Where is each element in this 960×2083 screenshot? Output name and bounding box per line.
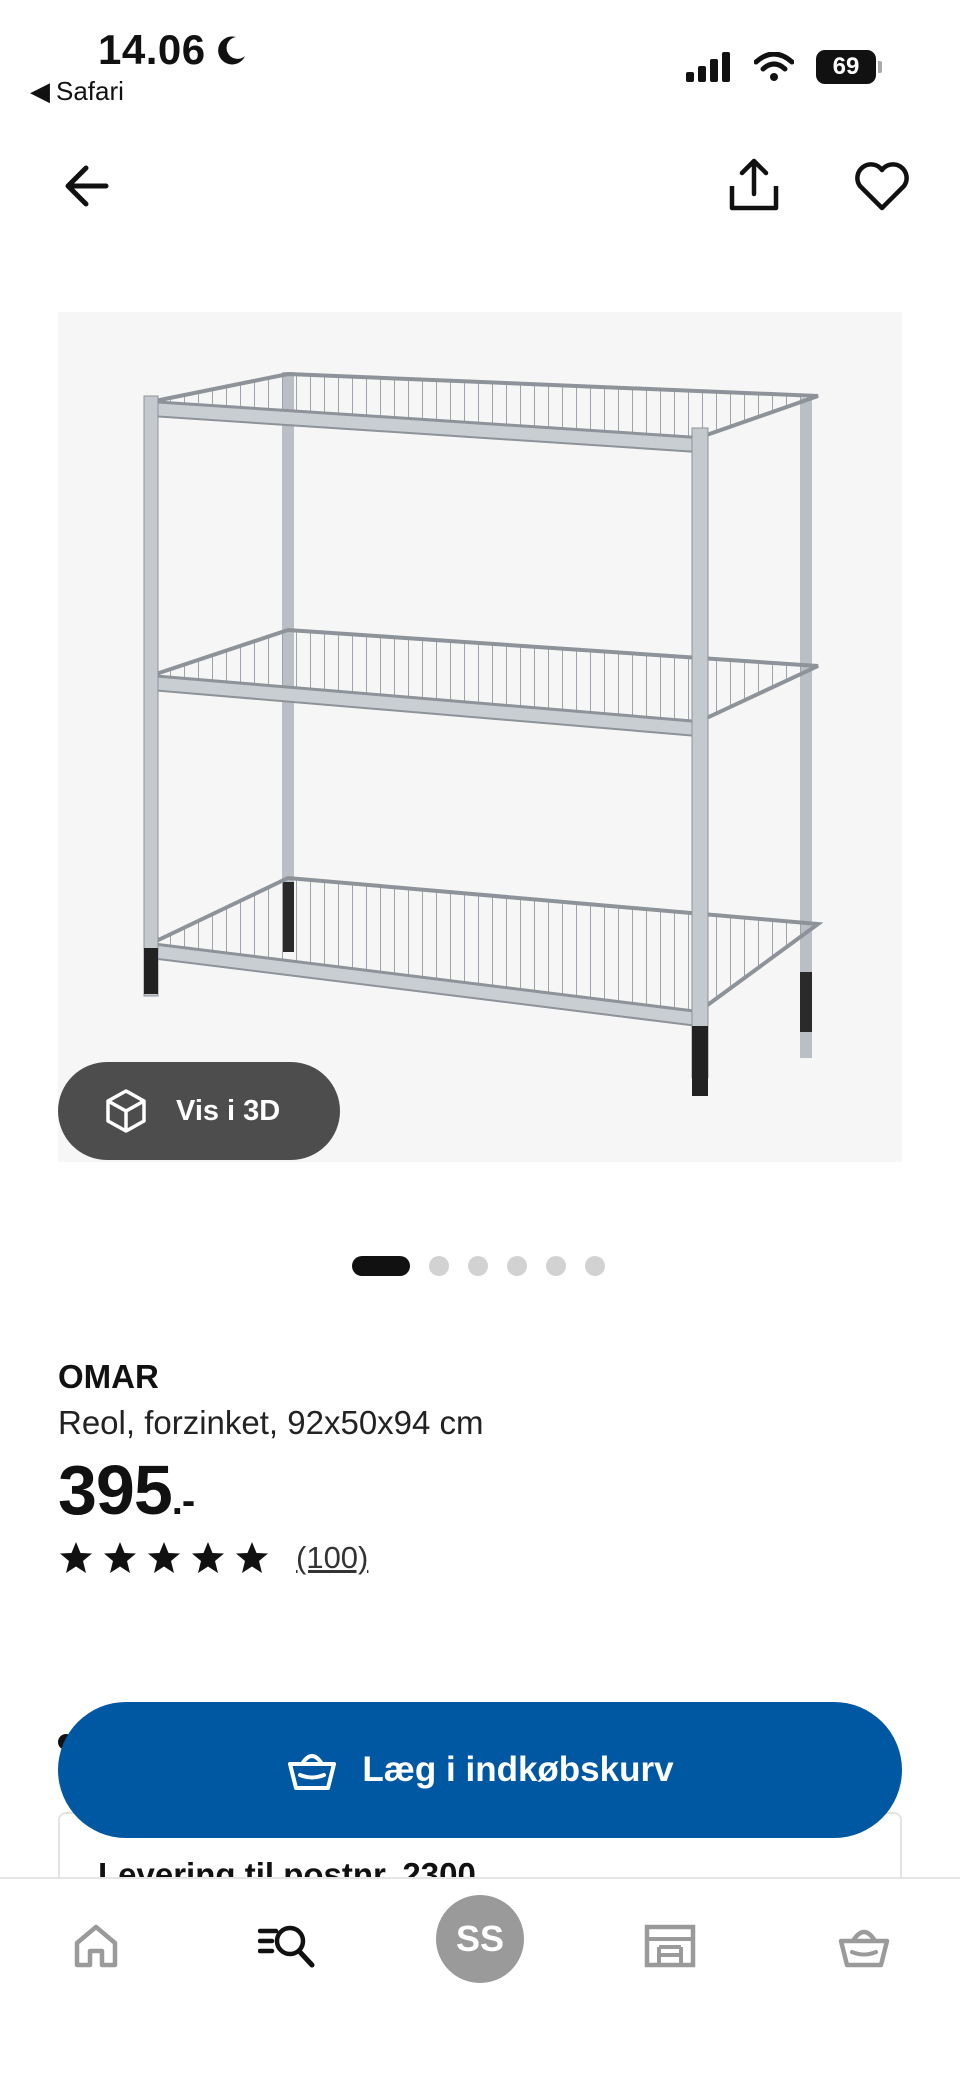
- nav-home[interactable]: [56, 1906, 136, 1986]
- carousel-dot[interactable]: [352, 1256, 410, 1276]
- image-carousel-dots[interactable]: [352, 1256, 605, 1276]
- price-value: 395: [58, 1451, 173, 1529]
- add-to-cart-label: Læg i indkøbskurv: [362, 1750, 674, 1789]
- wire-shelf-illustration: [142, 371, 824, 1096]
- share-icon: [729, 158, 779, 211]
- heart-icon: [855, 162, 909, 211]
- back-to-safari[interactable]: ◀ Safari: [30, 76, 124, 107]
- favorite-button[interactable]: [852, 156, 912, 216]
- share-button[interactable]: [724, 156, 784, 216]
- carousel-dot[interactable]: [585, 1256, 605, 1276]
- carousel-dot[interactable]: [429, 1256, 449, 1276]
- carousel-dot[interactable]: [468, 1256, 488, 1276]
- nav-cart[interactable]: [824, 1906, 904, 1986]
- status-indicators: 69: [686, 50, 882, 84]
- home-icon: [74, 1924, 118, 1968]
- status-time: 14.06: [98, 26, 206, 73]
- carousel-dot[interactable]: [507, 1256, 527, 1276]
- shelf-top: [149, 371, 819, 454]
- signal-icon: [686, 52, 730, 82]
- battery-indicator: 69: [816, 50, 882, 84]
- arrow-left-icon: [65, 165, 109, 207]
- carousel-dot[interactable]: [546, 1256, 566, 1276]
- add-to-cart-button[interactable]: Læg i indkøbskurv: [58, 1702, 902, 1838]
- shelf-bottom: [142, 875, 824, 1028]
- product-description: Reol, forzinket, 92x50x94 cm: [58, 1404, 484, 1441]
- avatar-initials: SS: [455, 1918, 505, 1959]
- moon-icon: [218, 36, 245, 65]
- store-icon: [644, 1924, 696, 1968]
- cube-icon: [106, 1089, 146, 1133]
- profile-avatar[interactable]: SS: [436, 1895, 524, 1983]
- search-icon: [258, 1925, 315, 1968]
- nav-search[interactable]: [248, 1906, 328, 1986]
- cart-icon: [838, 1929, 890, 1968]
- product-name: OMAR: [58, 1358, 159, 1395]
- view-3d-button[interactable]: Vis i 3D: [58, 1062, 340, 1160]
- rating[interactable]: (100): [58, 1540, 368, 1576]
- back-triangle-icon: ◀: [30, 76, 50, 106]
- star-icon: [60, 1542, 92, 1573]
- product-image[interactable]: [58, 312, 902, 1162]
- price-suffix: .-: [171, 1479, 195, 1523]
- back-button[interactable]: [60, 156, 120, 216]
- star-icon: [236, 1542, 268, 1573]
- star-icon: [104, 1542, 136, 1573]
- wifi-icon: [754, 52, 794, 81]
- star-icon: [148, 1542, 180, 1573]
- view-3d-label: Vis i 3D: [176, 1094, 281, 1127]
- product-price: 395.-: [58, 1450, 195, 1530]
- nav-store[interactable]: [630, 1906, 710, 1986]
- shelf-middle: [149, 627, 819, 738]
- review-count-link[interactable]: (100): [296, 1540, 368, 1576]
- back-app-label: Safari: [56, 76, 124, 106]
- star-icon: [192, 1542, 224, 1573]
- battery-level: 69: [832, 53, 860, 80]
- basket-icon: [288, 1754, 337, 1790]
